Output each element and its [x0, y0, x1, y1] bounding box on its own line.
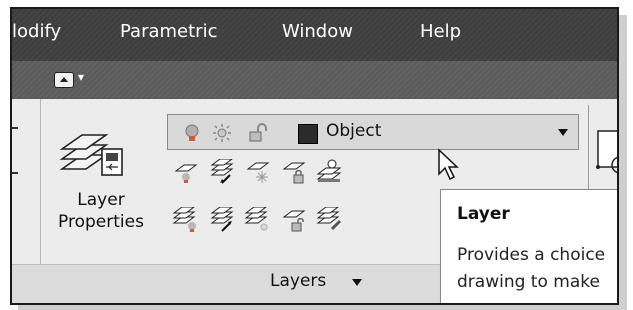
match-layer-icon[interactable]	[208, 207, 236, 233]
layer-tooltip: Layer Provides a choice drawing to make	[440, 189, 617, 303]
lock-icon[interactable]	[280, 159, 308, 185]
menu-help[interactable]: Help	[420, 20, 461, 44]
app-window: lodify Parametric Window Help ▾ Layer Pr…	[10, 7, 619, 305]
quick-access-toolbar: ▾	[12, 61, 617, 99]
layer-properties-label-line2: Properties	[58, 212, 144, 232]
menu-bar: lodify Parametric Window Help	[12, 9, 617, 61]
sun-icon[interactable]	[212, 123, 232, 143]
tooltip-description: Provides a choice drawing to make	[457, 242, 605, 296]
layers-panel-title: Layers	[270, 271, 327, 291]
ribbon-toggle-icon	[54, 72, 74, 88]
layer-properties-button[interactable]: Layer Properties	[40, 189, 162, 233]
tooltip-line1: Provides a choice	[457, 245, 606, 265]
lightbulb-icon[interactable]	[182, 123, 202, 143]
panel-edge-mark	[12, 127, 18, 129]
unlock-layer-icon[interactable]	[280, 207, 308, 233]
chevron-down-icon: ▾	[78, 70, 85, 84]
layer-combo-value: Object	[326, 121, 382, 141]
layer-state-icon[interactable]	[316, 159, 344, 185]
layer-on-icon[interactable]	[172, 207, 200, 233]
make-current-icon[interactable]	[208, 159, 236, 185]
thaw-icon[interactable]	[244, 207, 272, 233]
panel-edge-mark	[12, 172, 18, 174]
mouse-cursor-icon	[438, 148, 459, 181]
layer-off-icon[interactable]	[172, 159, 200, 185]
quick-access-dropdown[interactable]: ▾	[54, 70, 108, 90]
layer-dropdown[interactable]: Object	[167, 114, 579, 150]
unlock-icon[interactable]	[248, 123, 268, 143]
freeze-icon[interactable]	[244, 159, 272, 185]
tooltip-title: Layer	[457, 204, 510, 224]
insert-block-icon[interactable]	[596, 127, 619, 177]
chevron-down-icon[interactable]	[558, 129, 568, 136]
tooltip-line2: drawing to make	[457, 272, 600, 292]
menu-modify[interactable]: lodify	[12, 20, 61, 44]
chevron-down-icon[interactable]	[352, 279, 362, 286]
layer-properties-label-line1: Layer	[77, 190, 125, 210]
layer-color-swatch	[298, 124, 318, 144]
layer-properties-icon[interactable]	[54, 127, 134, 197]
menu-window[interactable]: Window	[282, 20, 353, 44]
layer-walk-icon[interactable]	[316, 207, 344, 233]
menu-parametric[interactable]: Parametric	[120, 20, 217, 44]
